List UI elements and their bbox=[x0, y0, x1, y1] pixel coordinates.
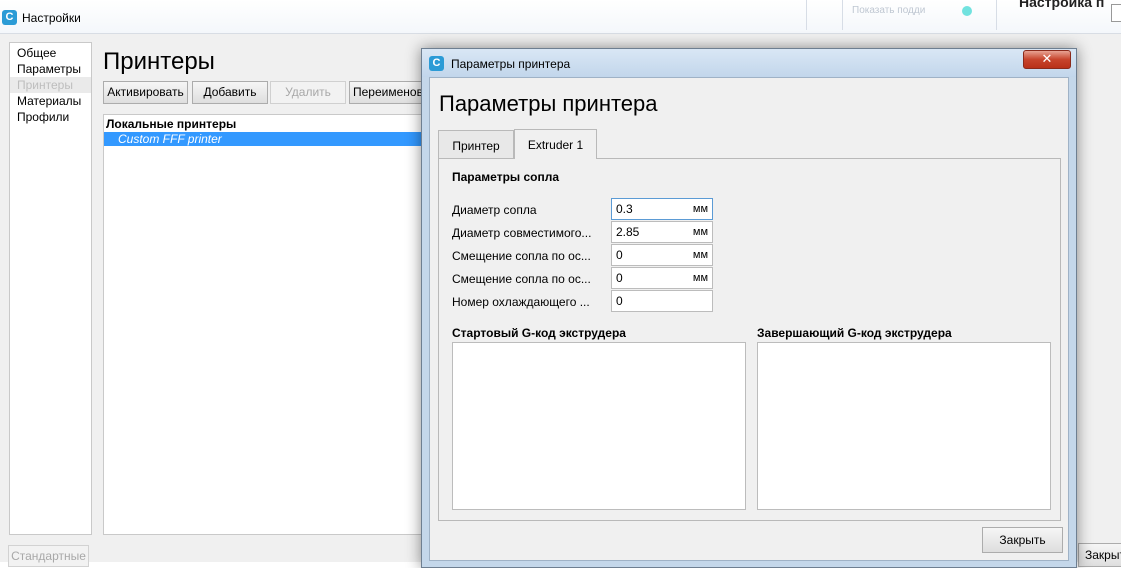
divider bbox=[806, 0, 807, 30]
nozzle-section-title: Параметры сопла bbox=[452, 170, 560, 184]
add-button[interactable]: Добавить bbox=[192, 81, 268, 104]
unit-label: мм bbox=[692, 226, 708, 238]
divider bbox=[842, 0, 843, 30]
defaults-button[interactable]: Стандартные bbox=[8, 545, 89, 567]
sidebar-item-settings[interactable]: Параметры bbox=[17, 61, 81, 77]
sidebar-item-printers[interactable]: Принтеры bbox=[10, 77, 91, 93]
nozzle-offset-y-label: Смещение сопла по ос... bbox=[452, 272, 591, 286]
page-title: Принтеры bbox=[103, 48, 215, 75]
printer-list-item[interactable]: Custom FFF printer bbox=[104, 132, 434, 146]
material-diameter-input[interactable]: 2.85 мм bbox=[611, 221, 713, 243]
dialog-window-title: Параметры принтера bbox=[451, 57, 571, 71]
cura-app-icon: C bbox=[2, 10, 17, 25]
start-gcode-textarea[interactable] bbox=[452, 342, 746, 510]
dialog-heading: Параметры принтера bbox=[439, 91, 658, 116]
close-icon[interactable]: ✕ bbox=[1023, 50, 1071, 69]
printer-settings-dialog: C Параметры принтера ✕ Параметры принтер… bbox=[421, 48, 1077, 568]
cooling-fan-number-label: Номер охлаждающего ... bbox=[452, 295, 590, 309]
sidebar-item-profiles[interactable]: Профили bbox=[17, 109, 69, 125]
unit-label: мм bbox=[692, 203, 708, 215]
unit-label: мм bbox=[692, 249, 708, 261]
extruder-tab-panel: Параметры сопла Диаметр сопла 0.3 мм Диа… bbox=[438, 158, 1061, 521]
unit-label: мм bbox=[692, 272, 708, 284]
list-group-header: Локальные принтеры bbox=[106, 117, 237, 131]
dialog-titlebar[interactable]: C Параметры принтера ✕ bbox=[422, 49, 1076, 77]
sidebar-item-general[interactable]: Общее bbox=[17, 45, 56, 61]
background-window-strip: Показать подди Настройка п bbox=[806, 0, 1121, 34]
nozzle-offset-x-label: Смещение сопла по ос... bbox=[452, 249, 591, 263]
tab-extruder-1[interactable]: Extruder 1 bbox=[514, 129, 597, 159]
field-value: 0 bbox=[616, 248, 623, 262]
cooling-fan-number-input[interactable]: 0 bbox=[611, 290, 713, 312]
sidebar-item-materials[interactable]: Материалы bbox=[17, 93, 81, 109]
nozzle-offset-y-input[interactable]: 0 мм bbox=[611, 267, 713, 289]
activate-button[interactable]: Активировать bbox=[103, 81, 188, 104]
start-gcode-title: Стартовый G-код экструдера bbox=[452, 326, 626, 340]
nozzle-diameter-input[interactable]: 0.3 мм bbox=[611, 198, 713, 220]
field-value: 2.85 bbox=[616, 225, 640, 239]
nozzle-diameter-label: Диаметр сопла bbox=[452, 203, 537, 217]
nozzle-offset-x-input[interactable]: 0 мм bbox=[611, 244, 713, 266]
settings-sidebar: Общее Параметры Принтеры Материалы Профи… bbox=[9, 42, 92, 535]
remove-button[interactable]: Удалить bbox=[270, 81, 346, 104]
field-value: 0 bbox=[616, 294, 623, 308]
background-input bbox=[1111, 4, 1121, 22]
field-value: 0 bbox=[616, 271, 623, 285]
material-diameter-label: Диаметр совместимого... bbox=[452, 226, 592, 240]
settings-titlebar: C Настройки Показать подди Настройка п bbox=[0, 0, 1121, 34]
divider bbox=[996, 0, 997, 30]
rename-button[interactable]: Переименовать bbox=[349, 81, 429, 104]
end-gcode-textarea[interactable] bbox=[757, 342, 1051, 510]
printer-list: Локальные принтеры Custom FFF printer bbox=[103, 114, 434, 535]
tab-printer[interactable]: Принтер bbox=[438, 130, 514, 158]
settings-window-title: Настройки bbox=[22, 11, 81, 25]
status-dot-icon bbox=[962, 6, 972, 16]
dialog-close-button[interactable]: Закрыть bbox=[982, 527, 1063, 553]
faded-background-text: Показать подди bbox=[852, 5, 926, 16]
cura-app-icon: C bbox=[429, 56, 444, 71]
dialog-content: Параметры принтера Принтер Extruder 1 Па… bbox=[429, 77, 1069, 561]
background-heading: Настройка п bbox=[1019, 0, 1105, 10]
field-value: 0.3 bbox=[616, 202, 633, 216]
end-gcode-title: Завершающий G-код экструдера bbox=[757, 326, 952, 340]
settings-close-button[interactable]: Закрыть bbox=[1078, 543, 1121, 567]
